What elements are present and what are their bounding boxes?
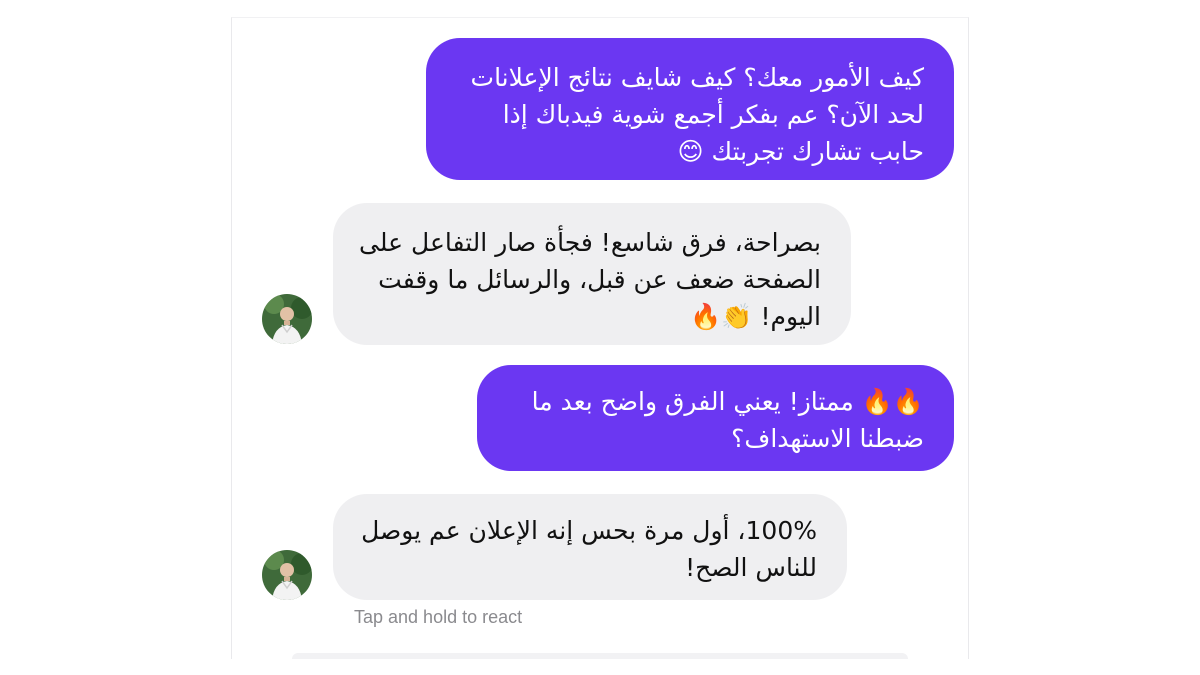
avatar-photo-icon bbox=[262, 294, 312, 344]
chat-thread: كيف الأمور معك؟ كيف شايف نتائج الإعلانات… bbox=[231, 17, 969, 659]
avatar-photo-icon bbox=[262, 550, 312, 600]
incoming-message-bubble[interactable]: 100%، أول مرة بحس إنه الإعلان عم يوصل لل… bbox=[333, 494, 847, 600]
outgoing-message-bubble[interactable]: كيف الأمور معك؟ كيف شايف نتائج الإعلانات… bbox=[426, 38, 954, 180]
contact-avatar[interactable] bbox=[262, 294, 312, 344]
contact-avatar[interactable] bbox=[262, 550, 312, 600]
react-hint-text: Tap and hold to react bbox=[354, 607, 523, 627]
composer-edge bbox=[292, 653, 908, 659]
outgoing-message-bubble[interactable]: 🔥🔥 ممتاز! يعني الفرق واضح بعد ما ضبطنا ا… bbox=[477, 365, 954, 471]
incoming-message-bubble[interactable]: بصراحة، فرق شاسع! فجأة صار التفاعل على ا… bbox=[333, 203, 851, 345]
